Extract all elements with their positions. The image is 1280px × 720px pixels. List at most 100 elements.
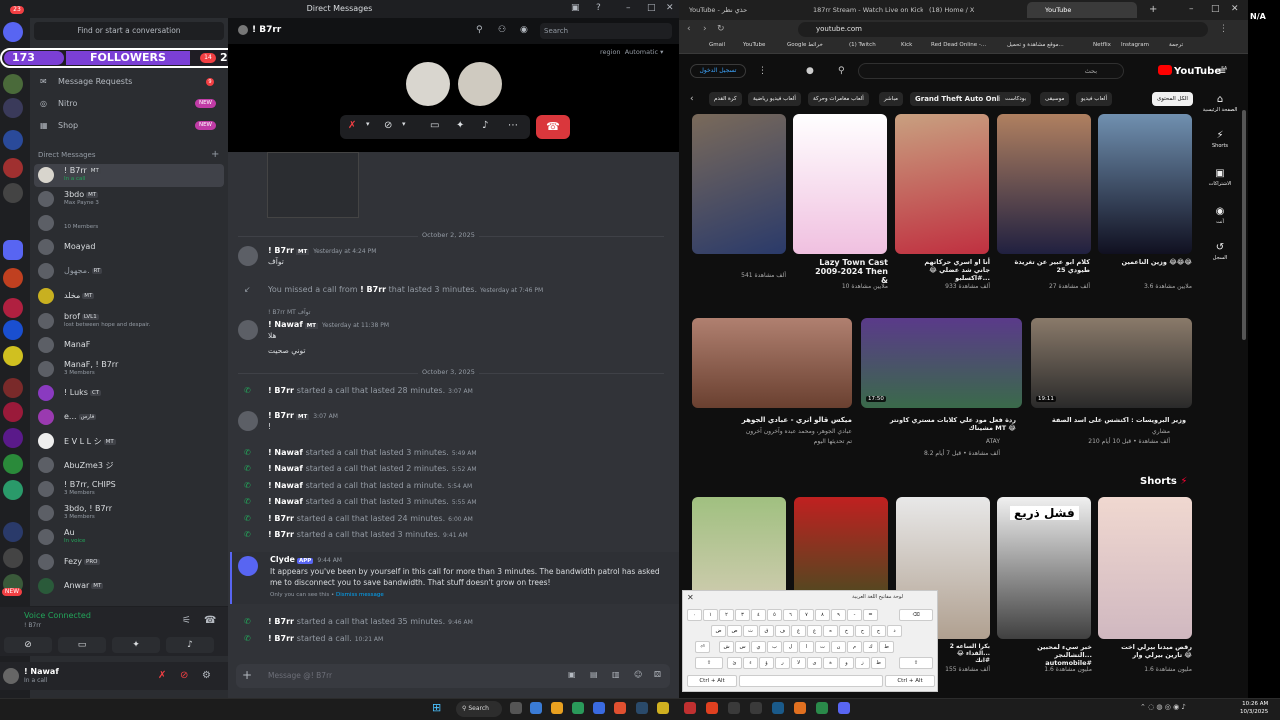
key[interactable]: ج bbox=[871, 625, 886, 637]
reply-preview[interactable]: ! B7rr MT توآف bbox=[268, 309, 310, 316]
key[interactable]: ت bbox=[815, 641, 830, 653]
key[interactable]: ب bbox=[767, 641, 782, 653]
key[interactable]: ن bbox=[831, 641, 846, 653]
video-title[interactable]: وزير البرويسات : اكتشس على اسد الصفة bbox=[1036, 416, 1186, 424]
hamburger-menu-icon[interactable]: ≡ bbox=[1218, 66, 1226, 77]
browser-tab[interactable]: YouTube - حذي نظر bbox=[689, 2, 799, 18]
camera-toggle-button[interactable]: ⊘ bbox=[4, 637, 52, 653]
avatar[interactable] bbox=[238, 246, 258, 266]
key[interactable]: ض bbox=[711, 625, 726, 637]
author-name[interactable]: ! B7rr bbox=[268, 411, 294, 420]
caller-name[interactable]: ! B7rr bbox=[268, 530, 294, 539]
bookmark[interactable]: Red Dead Online -... bbox=[931, 42, 986, 48]
dm-item[interactable]: ManaF bbox=[34, 334, 224, 357]
back-icon[interactable]: ‹ bbox=[687, 24, 691, 34]
folder-icon[interactable] bbox=[3, 240, 23, 260]
video-title[interactable]: كلام ابو عبير عن تغريدة طيودي 25 bbox=[1008, 258, 1090, 274]
app-icon[interactable] bbox=[684, 702, 696, 714]
short-title[interactable]: خبر سيء لمحبين التشالنجر... automobile# bbox=[1006, 643, 1092, 667]
video-thumbnail[interactable] bbox=[997, 114, 1091, 254]
new-tab-button[interactable]: + bbox=[1149, 4, 1157, 15]
guide-item-shorts[interactable]: ⚡ Shorts bbox=[1200, 130, 1240, 149]
steam-icon[interactable] bbox=[636, 702, 648, 714]
noise-suppression-icon[interactable]: ⚟ bbox=[182, 615, 191, 626]
key[interactable]: ظ bbox=[871, 657, 886, 669]
dm-item[interactable]: Fezy PRO bbox=[34, 551, 224, 574]
key[interactable]: خ bbox=[839, 625, 854, 637]
space-key[interactable] bbox=[739, 675, 883, 687]
emoji-icon[interactable]: ☺ bbox=[634, 670, 642, 679]
taskbar-clock[interactable]: 10:26 AM 10/3/2025 bbox=[1240, 700, 1268, 716]
pin-icon[interactable]: ⚲ bbox=[476, 25, 483, 35]
shared-screenshot-preview[interactable] bbox=[267, 152, 359, 218]
dm-item[interactable]: e... فارس bbox=[34, 406, 224, 429]
browser-tab[interactable]: (18) Home / X bbox=[929, 2, 1019, 18]
key[interactable]: ط bbox=[879, 641, 894, 653]
video-thumbnail[interactable] bbox=[861, 318, 1022, 408]
chat-search-input[interactable]: Search bbox=[540, 23, 672, 39]
server-icon[interactable] bbox=[3, 320, 23, 340]
bookmark[interactable]: ترجمة bbox=[1169, 42, 1183, 48]
video-title[interactable]: ردة فعل مود علي كلابات مستري كاونتر مشين… bbox=[866, 416, 1016, 432]
video-title[interactable]: أنا او اسري حركاتهم جاني شد عضلي 😂 #اكسل… bbox=[908, 258, 990, 282]
chips-scroll-left-icon[interactable]: ‹ bbox=[690, 94, 694, 104]
server-icon[interactable] bbox=[3, 183, 23, 203]
video-thumbnail[interactable] bbox=[1031, 318, 1192, 408]
youtube-search-input[interactable]: بحث bbox=[858, 63, 1124, 79]
minimize-button[interactable]: – bbox=[1189, 4, 1194, 14]
dm-item[interactable]: AbuZme3 ジ bbox=[34, 454, 224, 477]
soundboard-button[interactable]: ♪ bbox=[166, 637, 214, 653]
mic-icon[interactable]: ● bbox=[806, 66, 814, 76]
filter-chip-active[interactable]: الكل المحتوى bbox=[1152, 92, 1193, 106]
avatar[interactable] bbox=[238, 411, 258, 431]
video-thumbnail[interactable] bbox=[692, 318, 852, 408]
key[interactable]: س bbox=[735, 641, 750, 653]
filter-chip[interactable]: موسيقى bbox=[1040, 92, 1070, 106]
apps-icon[interactable]: ⚄ bbox=[654, 670, 661, 679]
guide-item-you[interactable]: ◉ أنت bbox=[1200, 206, 1240, 225]
key[interactable]: ح bbox=[855, 625, 870, 637]
key[interactable]: - bbox=[847, 609, 862, 621]
server-icon[interactable] bbox=[3, 130, 23, 150]
key[interactable]: م bbox=[847, 641, 862, 653]
key[interactable]: ر bbox=[775, 657, 790, 669]
dm-item[interactable]: 3bdo MT Max Payne 3 bbox=[34, 188, 224, 211]
video-thumbnail[interactable] bbox=[793, 114, 887, 254]
bookmark[interactable]: Instagram bbox=[1121, 42, 1149, 48]
close-button[interactable]: ✕ bbox=[1231, 4, 1239, 14]
filter-chip[interactable]: ألعاب فيديو رياضية bbox=[748, 92, 801, 106]
key[interactable]: ئ bbox=[727, 657, 742, 669]
key[interactable]: ء bbox=[743, 657, 758, 669]
more-icon[interactable]: ⋯ bbox=[508, 120, 518, 131]
app-icon[interactable] bbox=[728, 702, 740, 714]
key[interactable]: ٧ bbox=[799, 609, 814, 621]
app-icon[interactable] bbox=[593, 702, 605, 714]
video-thumbnail[interactable] bbox=[1098, 114, 1192, 254]
key[interactable]: ش bbox=[719, 641, 734, 653]
key[interactable]: ٦ bbox=[783, 609, 798, 621]
forward-icon[interactable]: › bbox=[703, 24, 707, 34]
edge-icon[interactable] bbox=[530, 702, 542, 714]
avatar[interactable] bbox=[3, 668, 19, 684]
key[interactable]: ا bbox=[799, 641, 814, 653]
key[interactable]: ز bbox=[855, 657, 870, 669]
video-title[interactable]: ميكس قالو انري - عبادي الجوهر bbox=[700, 416, 852, 424]
voice-channel[interactable]: ! B7rr bbox=[24, 622, 41, 629]
bookmark[interactable]: Kick bbox=[901, 42, 912, 48]
avatar[interactable] bbox=[238, 320, 258, 340]
close-button[interactable]: ✕ bbox=[666, 3, 674, 13]
disconnect-icon[interactable]: ☎ bbox=[204, 615, 216, 626]
caller-name[interactable]: ! B7rr bbox=[268, 386, 294, 395]
attach-plus-icon[interactable]: + bbox=[242, 668, 252, 682]
key[interactable]: لا bbox=[791, 657, 806, 669]
maximize-button[interactable]: □ bbox=[1211, 4, 1220, 14]
message-requests-link[interactable]: ✉ Message Requests 9 bbox=[38, 73, 220, 91]
key[interactable]: ك bbox=[863, 641, 878, 653]
bookmark[interactable]: Google خرائط bbox=[787, 42, 823, 48]
file-explorer-icon[interactable] bbox=[551, 702, 563, 714]
key[interactable]: ٤ bbox=[751, 609, 766, 621]
key[interactable]: ٩ bbox=[831, 609, 846, 621]
dm-item[interactable]: Anwar MT bbox=[34, 575, 224, 598]
call-participant-avatar[interactable] bbox=[458, 62, 502, 106]
key[interactable]: ي bbox=[751, 641, 766, 653]
